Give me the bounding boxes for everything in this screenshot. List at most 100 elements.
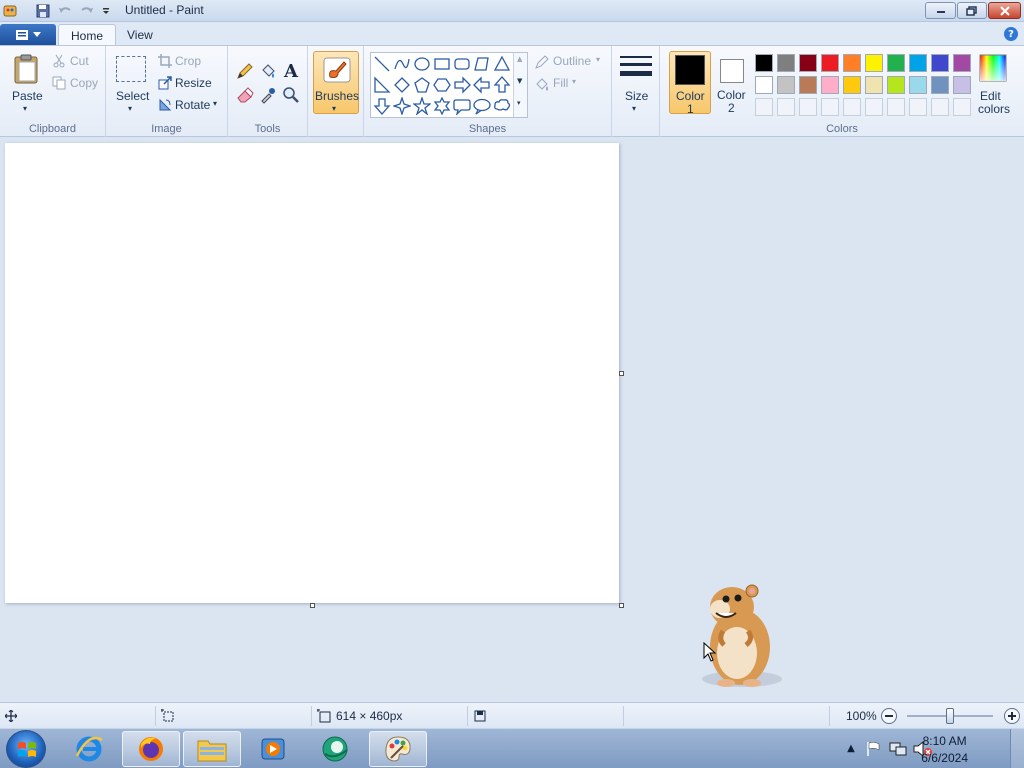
palette-swatch[interactable] [953,76,971,94]
zoom-out-button[interactable] [881,708,897,724]
curve-shape-icon[interactable] [393,55,411,73]
palette-swatch[interactable] [931,76,949,94]
edit-colors-label-2[interactable]: colors [978,102,1010,116]
palette-swatch[interactable] [821,76,839,94]
text-tool-icon[interactable]: A [280,60,302,82]
custom-color-slot[interactable] [821,98,839,116]
custom-color-slot[interactable] [799,98,817,116]
rotate-dropdown-arrow[interactable]: ▾ [213,99,217,108]
palette-swatch[interactable] [777,76,795,94]
paint-taskbar-button[interactable] [369,731,427,767]
oval-shape-icon[interactable] [413,55,431,73]
palette-swatch[interactable] [909,54,927,72]
system-clock[interactable]: 8:10 AM 6/6/2024 [921,733,968,767]
palette-swatch[interactable] [799,54,817,72]
polygon-shape-icon[interactable] [473,55,491,73]
palette-swatch[interactable] [887,76,905,94]
right-triangle-shape-icon[interactable] [373,76,391,94]
custom-color-slot[interactable] [843,98,861,116]
scroll-down-icon[interactable]: ▼ [517,77,522,85]
undo-icon[interactable] [57,3,73,19]
resize-button[interactable]: Resize [175,76,212,90]
expand-gallery-icon[interactable]: ▾ [517,99,521,107]
palette-swatch[interactable] [843,76,861,94]
size-dropdown-arrow[interactable]: ▾ [632,104,636,113]
palette-swatch[interactable] [909,76,927,94]
maximize-button[interactable] [957,2,987,19]
right-arrow-shape-icon[interactable] [453,76,471,94]
palette-swatch[interactable] [843,54,861,72]
down-arrow-shape-icon[interactable] [373,97,391,115]
customize-toolbar-icon[interactable] [98,3,114,19]
shapes-scrollbar[interactable]: ▲ ▼ ▾ [513,53,527,117]
palette-swatch[interactable] [865,76,883,94]
up-arrow-shape-icon[interactable] [493,76,511,94]
brushes-button[interactable]: Brushes ▾ [313,51,359,114]
color2-button[interactable]: Color 2 [714,51,754,115]
palette-swatch[interactable] [931,54,949,72]
palette-swatch[interactable] [755,76,773,94]
custom-color-slot[interactable] [953,98,971,116]
outline-button[interactable]: Outline [553,54,591,68]
save-icon[interactable] [35,3,51,19]
color-picker-icon[interactable] [257,84,279,106]
rectangle-shape-icon[interactable] [433,55,451,73]
fill-button[interactable]: Fill [553,76,568,90]
start-button[interactable] [6,730,46,768]
paste-icon[interactable] [11,52,41,86]
size-button[interactable]: Size [625,89,648,103]
action-center-flag-icon[interactable] [865,740,883,758]
paste-button[interactable]: Paste [12,89,43,103]
line-size-icon[interactable] [620,54,652,82]
palette-swatch[interactable] [821,54,839,72]
pencil-icon[interactable] [234,60,256,82]
oval-callout-shape-icon[interactable] [473,97,491,115]
palette-swatch[interactable] [887,54,905,72]
firefox-taskbar-button[interactable] [122,731,180,767]
four-point-star-shape-icon[interactable] [391,95,413,117]
outline-dropdown-arrow[interactable]: ▾ [596,55,600,64]
magnifier-icon[interactable] [280,84,302,106]
show-hidden-icons-icon[interactable]: ▲ [845,742,857,754]
copy-button[interactable]: Copy [70,76,98,90]
show-desktop-button[interactable] [1010,729,1024,768]
line-shape-icon[interactable] [373,55,391,73]
custom-color-slot[interactable] [909,98,927,116]
hexagon-shape-icon[interactable] [433,76,451,94]
brushes-dropdown-arrow[interactable]: ▾ [332,104,336,113]
triangle-shape-icon[interactable] [493,55,511,73]
cut-button[interactable]: Cut [70,54,89,68]
five-point-star-shape-icon[interactable] [412,95,432,116]
palette-swatch[interactable] [755,54,773,72]
tab-home[interactable]: Home [58,24,117,46]
edit-colors-icon[interactable] [978,53,1008,83]
paint-menu-button[interactable] [0,24,56,45]
internet-explorer-taskbar-button[interactable] [60,731,118,767]
file-explorer-taskbar-button[interactable] [183,731,241,767]
resize-handle-right[interactable] [619,371,624,376]
paint-app-icon[interactable] [2,3,18,19]
color1-button[interactable]: Color 1 [669,51,711,116]
select-icon[interactable] [116,56,146,82]
palette-swatch[interactable] [777,54,795,72]
app-taskbar-button[interactable] [306,731,364,767]
six-point-star-shape-icon[interactable] [433,96,451,116]
custom-color-slot[interactable] [755,98,773,116]
crop-button[interactable]: Crop [175,54,201,68]
diamond-shape-icon[interactable] [393,76,411,94]
paste-dropdown-arrow[interactable]: ▾ [23,104,27,113]
close-button[interactable] [988,2,1021,19]
resize-handle-corner[interactable] [619,603,624,608]
palette-swatch[interactable] [799,76,817,94]
custom-color-slot[interactable] [865,98,883,116]
scroll-up-icon[interactable]: ▲ [517,55,522,63]
edit-colors-label[interactable]: Edit [980,89,1001,103]
minimize-button[interactable] [925,2,956,19]
network-icon[interactable] [889,740,907,758]
eraser-icon[interactable] [234,84,256,106]
palette-swatch[interactable] [953,54,971,72]
rotate-button[interactable]: Rotate [175,98,210,112]
cloud-callout-shape-icon[interactable] [493,97,511,115]
hamster-mascot[interactable] [690,579,790,691]
drawing-canvas[interactable] [5,143,619,603]
